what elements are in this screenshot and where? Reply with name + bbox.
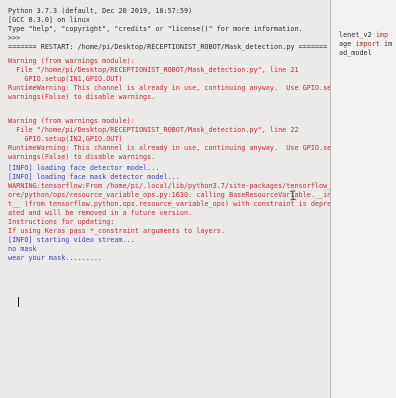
shell-output-line: wear your mask.........	[8, 254, 103, 262]
editor-code-line: age import im	[339, 41, 392, 48]
shell-output-line: warnings(False) to disable warnings.	[8, 93, 156, 101]
code-text: im	[379, 40, 393, 48]
shell-output-line: If using Keras pass *_constraint argumen…	[8, 227, 225, 235]
text-caret	[18, 297, 19, 307]
shell-output-line: Instructions for updating:	[8, 218, 115, 226]
shell-output-line: Warning (from warnings module):	[8, 57, 135, 65]
shell-output-line: File "/home/pi/Desktop/RECEPTIONIST_ROBO…	[8, 66, 299, 74]
shell-output-line: [GCC 8.3.0] on linux	[8, 16, 90, 24]
shell-output-line: [INFO] loading face detector model...	[8, 164, 160, 172]
shell-output-line: GPIO.setup(IN2,GPIO.OUT)	[8, 135, 123, 143]
shell-output-line: warnings(False) to disable warnings.	[8, 153, 156, 161]
shell-output-line: Warning (from warnings module):	[8, 117, 135, 125]
mouse-cursor-icon: I	[288, 188, 298, 205]
shell-output-line: ore/python/ops/resource_variable_ops.py:…	[8, 191, 331, 199]
code-text: age	[339, 40, 356, 48]
shell-output-line: >>>	[8, 34, 21, 42]
shell-output-line: [INFO] loading face mask detector model.…	[8, 173, 180, 181]
shell-output-line: [INFO] starting video stream...	[8, 236, 135, 244]
editor-code-line: ad_model	[339, 50, 372, 57]
code-text: ad_model	[339, 49, 372, 57]
shell-output-line: Python 3.7.3 (default, Dec 20 2019, 18:5…	[8, 7, 193, 15]
shell-output-line: WARNING:tensorflow:From /home/pi/.local/…	[8, 182, 331, 190]
shell-output-line: Type "help", "copyright", "credits" or "…	[8, 25, 303, 33]
shell-output-line: t__ (from tensorflow.python.ops.resource…	[8, 200, 331, 208]
shell-output-line: RuntimeWarning: This channel is already …	[8, 84, 331, 92]
code-text: lenet_v2	[339, 31, 376, 39]
editor-code-line: lenet_v2 imp	[339, 32, 388, 39]
code-keyword: import	[355, 40, 380, 48]
shell-output-line: File "/home/pi/Desktop/RECEPTIONIST_ROBO…	[8, 126, 299, 134]
shell-output-line: ated and will be removed in a future ver…	[8, 209, 193, 217]
python-shell-window[interactable]: Python 3.7.3 (default, Dec 20 2019, 18:5…	[0, 0, 331, 398]
code-keyword: imp	[375, 31, 389, 39]
shell-output-line: ======= RESTART: /home/pi/Desktop/RECEPT…	[8, 43, 328, 51]
shell-output-line: GPIO.setup(IN1,GPIO.OUT)	[8, 75, 123, 83]
shell-output-line: RuntimeWarning: This channel is already …	[8, 144, 331, 152]
shell-output-line: no mask	[8, 245, 37, 253]
code-editor-pane[interactable]: lenet_v2 imp age import im ad_model	[331, 0, 396, 398]
